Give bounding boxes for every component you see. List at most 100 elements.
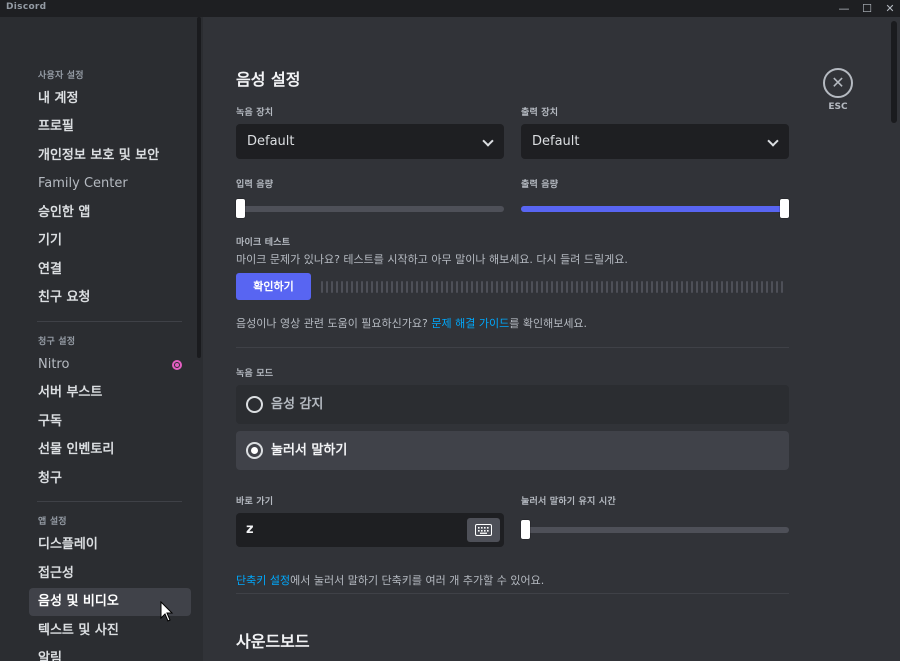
meter-bar <box>756 281 758 293</box>
meter-bar <box>446 281 448 293</box>
meter-bar <box>381 281 383 293</box>
meter-bar <box>761 281 763 293</box>
meter-bar <box>736 281 738 293</box>
close-settings-button[interactable]: ✕ ESC <box>823 68 853 112</box>
keybinds-settings-link[interactable]: 단축키 설정 <box>236 574 290 587</box>
page-title: 음성 설정 <box>236 70 301 89</box>
meter-bar <box>631 281 633 293</box>
meter-bar <box>706 281 708 293</box>
sidebar-item-authorized-apps[interactable]: 승인한 앱 <box>29 199 191 227</box>
sidebar-item-display[interactable]: 디스플레이 <box>29 531 191 559</box>
meter-bar <box>351 281 353 293</box>
sidebar-item-privacy[interactable]: 개인정보 보호 및 보안 <box>29 142 191 170</box>
meter-bar <box>326 281 328 293</box>
meter-bar <box>516 281 518 293</box>
meter-bar <box>371 281 373 293</box>
meter-bar <box>426 281 428 293</box>
mic-test-button[interactable]: 확인하기 <box>236 273 311 300</box>
output-volume-handle[interactable] <box>780 199 789 218</box>
chevron-down-icon <box>767 135 779 147</box>
sidebar-item-subscriptions[interactable]: 구독 <box>29 408 191 436</box>
sidebar-item-family-center[interactable]: Family Center <box>29 170 191 198</box>
nitro-icon <box>172 360 182 370</box>
sidebar-item-my-account[interactable]: 내 계정 <box>29 85 191 113</box>
sidebar-item-friend-requests[interactable]: 친구 요청 <box>29 284 191 312</box>
meter-bar <box>441 281 443 293</box>
output-device-select[interactable]: Default <box>521 124 789 159</box>
meter-bar <box>566 281 568 293</box>
app-name: Discord <box>6 2 47 12</box>
radio-push-to-talk[interactable]: 눌러서 말하기 <box>236 431 789 470</box>
user-settings-header: 사용자 설정 <box>38 71 84 81</box>
voice-settings-panel: 음성 설정 ✕ ESC 녹음 장치 Default 출력 장치 Default … <box>203 17 900 661</box>
meter-bar <box>611 281 613 293</box>
meter-bar <box>321 281 323 293</box>
sidebar-item-gift-inventory[interactable]: 선물 인벤토리 <box>29 436 191 464</box>
meter-bar <box>356 281 358 293</box>
meter-bar <box>781 281 783 293</box>
ptt-delay-slider[interactable] <box>521 520 789 539</box>
meter-bar <box>436 281 438 293</box>
main-scrollbar[interactable] <box>891 21 897 123</box>
sidebar-item-devices[interactable]: 기기 <box>29 227 191 255</box>
meter-bar <box>376 281 378 293</box>
meter-bar <box>511 281 513 293</box>
sidebar-scrollbar[interactable] <box>197 17 201 358</box>
meter-bar <box>721 281 723 293</box>
meter-bar <box>531 281 533 293</box>
meter-bar <box>766 281 768 293</box>
input-device-select[interactable]: Default <box>236 124 504 159</box>
troubleshooting-guide-link[interactable]: 문제 해결 가이드 <box>431 317 509 330</box>
meter-bar <box>696 281 698 293</box>
meter-bar <box>661 281 663 293</box>
close-icon[interactable]: ✕ <box>823 68 853 98</box>
sidebar-item-notifications[interactable]: 알림 <box>29 645 191 661</box>
shortcut-value: z <box>246 522 254 537</box>
sidebar-item-profile[interactable]: 프로필 <box>29 113 191 141</box>
sidebar-item-label: Nitro <box>38 357 70 372</box>
meter-bar <box>601 281 603 293</box>
meter-bar <box>636 281 638 293</box>
meter-bar <box>331 281 333 293</box>
ptt-delay-label: 눌러서 말하기 유지 시간 <box>521 497 616 507</box>
maximize-icon[interactable]: ☐ <box>856 0 878 17</box>
shortcut-keybind-field[interactable]: z <box>236 513 504 547</box>
sidebar-item-accessibility[interactable]: 접근성 <box>29 560 191 588</box>
radio-voice-activity[interactable]: 음성 감지 <box>236 385 789 424</box>
close-window-icon[interactable]: ✕ <box>879 0 900 17</box>
meter-bar <box>581 281 583 293</box>
meter-bar <box>561 281 563 293</box>
record-keybind-button[interactable] <box>467 518 500 542</box>
meter-bar <box>496 281 498 293</box>
ptt-delay-handle[interactable] <box>521 520 530 539</box>
meter-bar <box>551 281 553 293</box>
meter-bar <box>461 281 463 293</box>
sidebar-item-billing[interactable]: 청구 <box>29 465 191 493</box>
section-divider <box>236 347 789 348</box>
mouse-cursor-icon <box>160 601 174 622</box>
meter-bar <box>431 281 433 293</box>
meter-bar <box>656 281 658 293</box>
meter-bar <box>671 281 673 293</box>
shortcut-label: 바로 가기 <box>236 497 274 507</box>
meter-bar <box>606 281 608 293</box>
minimize-icon[interactable]: — <box>833 0 855 17</box>
help-text: 음성이나 영상 관련 도움이 필요하신가요? 문제 해결 가이드를 확인해보세요… <box>236 315 587 331</box>
sidebar-item-nitro[interactable]: Nitro <box>29 351 191 379</box>
meter-bar <box>746 281 748 293</box>
radio-checked-icon <box>246 442 263 459</box>
meter-bar <box>571 281 573 293</box>
radio-label: 음성 감지 <box>271 397 324 412</box>
keybind-note: 단축키 설정에서 눌러서 말하기 단축키를 여러 개 추가할 수 있어요. <box>236 572 544 588</box>
meter-bar <box>401 281 403 293</box>
input-volume-slider[interactable] <box>236 199 504 218</box>
output-volume-slider[interactable] <box>521 199 789 218</box>
sidebar-item-server-boost[interactable]: 서버 부스트 <box>29 379 191 407</box>
sidebar-item-connections[interactable]: 연결 <box>29 256 191 284</box>
help-prefix: 음성이나 영상 관련 도움이 필요하신가요? <box>236 317 432 330</box>
sidebar-divider <box>37 501 182 502</box>
meter-bar <box>556 281 558 293</box>
meter-bar <box>411 281 413 293</box>
meter-bar <box>486 281 488 293</box>
input-volume-handle[interactable] <box>236 199 245 218</box>
